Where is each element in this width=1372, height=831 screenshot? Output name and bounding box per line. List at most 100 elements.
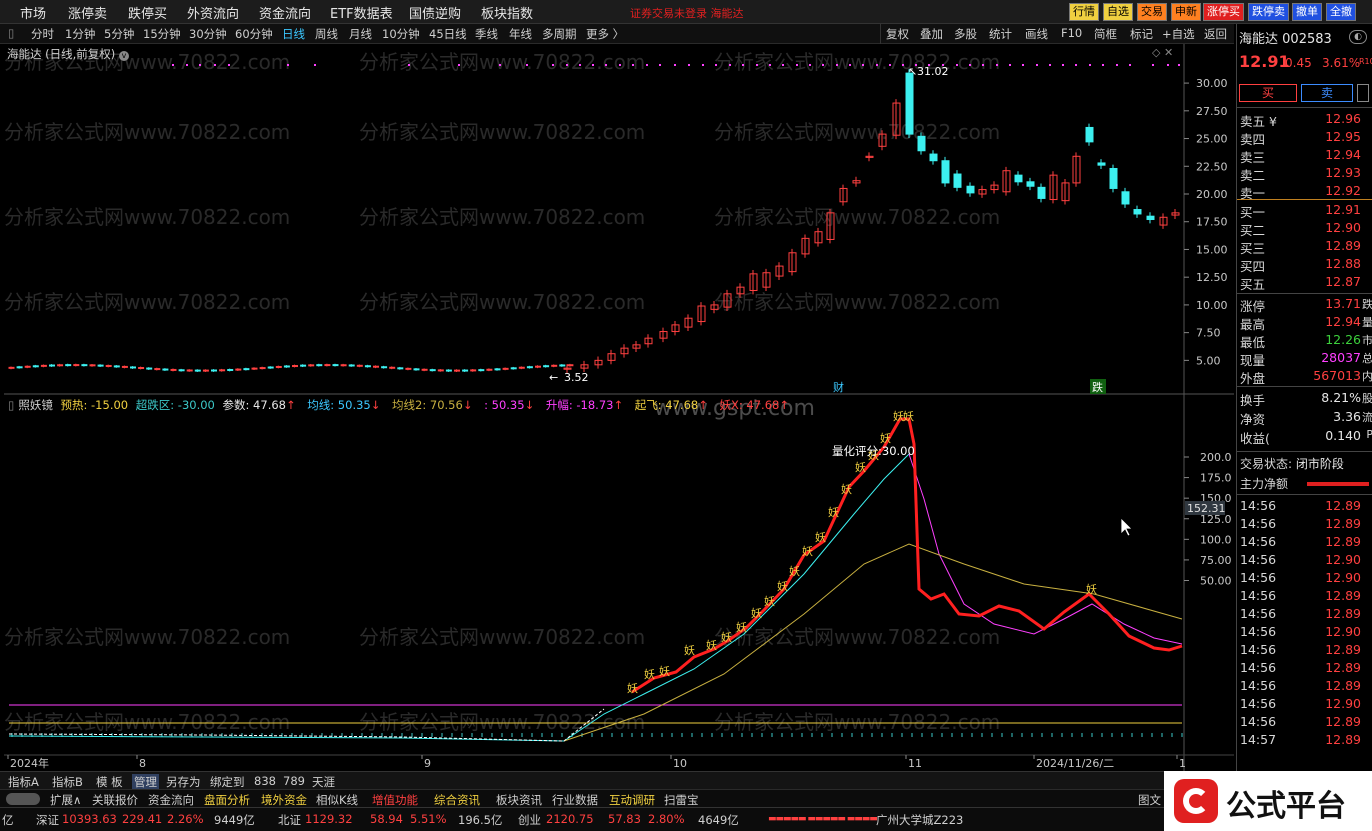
func-item[interactable]: 境外资金 [261, 792, 307, 808]
period-daily[interactable]: 日线 [282, 26, 305, 42]
stat-row[interactable]: 涨停 13.71 跌 [1239, 296, 1372, 314]
tab-manage[interactable]: 管理 [132, 774, 159, 790]
panel-toggle-icon[interactable]: ▯ [8, 26, 14, 40]
tick-row[interactable]: 14:56 12.89 [1239, 606, 1371, 624]
bid-row[interactable]: 买五 12.87 [1239, 274, 1371, 292]
tool-draw-line[interactable]: 画线 [1025, 26, 1048, 42]
drop-tag[interactable]: 跌 [1092, 380, 1103, 394]
menu-dt-buy[interactable]: 跌停买 [128, 3, 167, 22]
dt-sell-button[interactable]: 跌停卖 [1248, 3, 1289, 21]
period-more[interactable]: 更多 〉 [586, 26, 624, 42]
func-item[interactable]: 相似K线 [316, 792, 358, 808]
period-30min[interactable]: 30分钟 [189, 26, 227, 42]
tick-row[interactable]: 14:56 12.89 [1239, 714, 1371, 732]
ask-row[interactable]: 卖三 12.94 [1239, 147, 1371, 165]
stat-row[interactable]: 外盘 567013 内 [1239, 368, 1372, 386]
func-item[interactable]: 板块资讯 [496, 792, 542, 808]
menu-sector-index[interactable]: 板块指数 [481, 3, 533, 22]
ask-row[interactable]: 卖四 12.95 [1239, 129, 1371, 147]
server-name[interactable]: 广州大学城Z223 [876, 812, 963, 828]
period-timeshare[interactable]: 分时 [31, 26, 54, 42]
tab-bind-to[interactable]: 绑定到 [210, 774, 245, 790]
bid-row[interactable]: 买四 12.88 [1239, 256, 1371, 274]
diamond-icon[interactable]: ◇ ✕ [1152, 46, 1173, 59]
watchlist-button[interactable]: 自选 [1103, 3, 1133, 21]
tool-multi-stock[interactable]: 多股 [954, 26, 977, 42]
stat2-row[interactable]: 收益(0.140 P [1239, 428, 1372, 446]
stat-row[interactable]: 现量 28037 总 [1239, 350, 1372, 368]
stat-row[interactable]: 最高 12.94 量 [1239, 314, 1372, 332]
tool-overlay[interactable]: 叠加 [920, 26, 943, 42]
bid-row[interactable]: 买三 12.89 [1239, 238, 1371, 256]
tool-simple-frame[interactable]: 简框 [1094, 26, 1117, 42]
tab-indicator-a[interactable]: 指标A [8, 774, 39, 790]
tab-template[interactable]: 模 板 [96, 774, 123, 790]
tab-789[interactable]: 789 [283, 774, 305, 788]
period-10min[interactable]: 10分钟 [382, 26, 420, 42]
func-item[interactable]: 盘面分析 [204, 792, 250, 808]
period-1min[interactable]: 1分钟 [65, 26, 95, 42]
tool-f10[interactable]: F10 [1061, 26, 1082, 40]
tab-838[interactable]: 838 [254, 774, 276, 788]
period-monthly[interactable]: 月线 [349, 26, 372, 42]
func-item[interactable]: 扫雷宝 [664, 792, 699, 808]
period-year[interactable]: 年线 [509, 26, 532, 42]
func-item[interactable]: 综合资讯 [434, 792, 480, 808]
quote-button[interactable]: 行情 [1069, 3, 1099, 21]
func-item[interactable]: 互动调研 [609, 792, 655, 808]
ipo-button[interactable]: 申新 [1171, 3, 1201, 21]
cancel-all-button[interactable]: 全撤 [1326, 3, 1356, 21]
toggle-switch[interactable] [6, 793, 40, 805]
period-quarter[interactable]: 季线 [475, 26, 498, 42]
tab-tianya[interactable]: 天涯 [312, 774, 335, 790]
tool-add-watchlist[interactable]: +自选 [1162, 26, 1195, 42]
tick-row[interactable]: 14:56 12.90 [1239, 552, 1371, 570]
period-multi[interactable]: 多周期 [542, 26, 577, 42]
func-item[interactable]: 增值功能 [372, 792, 418, 808]
func-item[interactable]: 扩展∧ [50, 792, 81, 808]
stat2-row[interactable]: 净资 3.36 流 [1239, 409, 1372, 427]
tick-row[interactable]: 14:56 12.90 [1239, 624, 1371, 642]
zt-buy-button[interactable]: 涨停买 [1203, 3, 1244, 21]
menu-etf-table[interactable]: ETF数据表 [330, 3, 393, 22]
tab-indicator-b[interactable]: 指标B [52, 774, 83, 790]
period-60min[interactable]: 60分钟 [235, 26, 273, 42]
main-net-label[interactable]: 主力净额 [1240, 475, 1288, 492]
tool-mark[interactable]: 标记 [1130, 26, 1153, 42]
menu-foreign-flow[interactable]: 外资流向 [187, 3, 239, 22]
side-button[interactable] [1357, 84, 1369, 102]
period-5min[interactable]: 5分钟 [104, 26, 134, 42]
tick-row[interactable]: 14:56 12.89 [1239, 678, 1371, 696]
sell-button[interactable]: 卖 [1301, 84, 1353, 102]
period-15min[interactable]: 15分钟 [143, 26, 181, 42]
period-weekly[interactable]: 周线 [315, 26, 338, 42]
menu-repo[interactable]: 国债逆购 [409, 3, 461, 22]
indicator-toggle-icon[interactable]: ▯ [8, 398, 14, 412]
info-icon[interactable]: ◐ [1349, 30, 1367, 44]
tick-row[interactable]: 14:56 12.89 [1239, 642, 1371, 660]
tick-row[interactable]: 14:57 12.89 [1239, 732, 1371, 750]
tick-row[interactable]: 14:56 12.89 [1239, 588, 1371, 606]
bid-row[interactable]: 买一 12.91 [1239, 202, 1371, 220]
menu-zt-sell[interactable]: 涨停卖 [68, 3, 107, 22]
tool-statistics[interactable]: 统计 [989, 26, 1012, 42]
finance-tag[interactable]: 财 [833, 380, 844, 394]
cancel-order-button[interactable]: 撤单 [1292, 3, 1322, 21]
tick-row[interactable]: 14:56 12.89 [1239, 660, 1371, 678]
tab-save-as[interactable]: 另存为 [166, 774, 201, 790]
tick-row[interactable]: 14:56 12.90 [1239, 570, 1371, 588]
menu-market[interactable]: 市场 [20, 3, 46, 22]
bid-row[interactable]: 买二 12.90 [1239, 220, 1371, 238]
func-item[interactable]: 关联报价 [92, 792, 138, 808]
stat2-row[interactable]: 换手 8.21% 股 [1239, 390, 1372, 408]
ask-row[interactable]: 卖一 12.92 [1239, 183, 1371, 201]
stat-row[interactable]: 最低 12.26 市 [1239, 332, 1372, 350]
indicator-name[interactable]: 照妖镜 [18, 398, 53, 412]
ask-row[interactable]: 卖二 12.93 [1239, 165, 1371, 183]
period-45day[interactable]: 45日线 [429, 26, 467, 42]
menu-fund-flow[interactable]: 资金流向 [259, 3, 311, 22]
func-item[interactable]: 行业数据 [552, 792, 598, 808]
tick-row[interactable]: 14:56 12.90 [1239, 696, 1371, 714]
chevron-down-icon[interactable]: v [118, 51, 129, 61]
tool-back[interactable]: 返回 [1204, 26, 1227, 42]
